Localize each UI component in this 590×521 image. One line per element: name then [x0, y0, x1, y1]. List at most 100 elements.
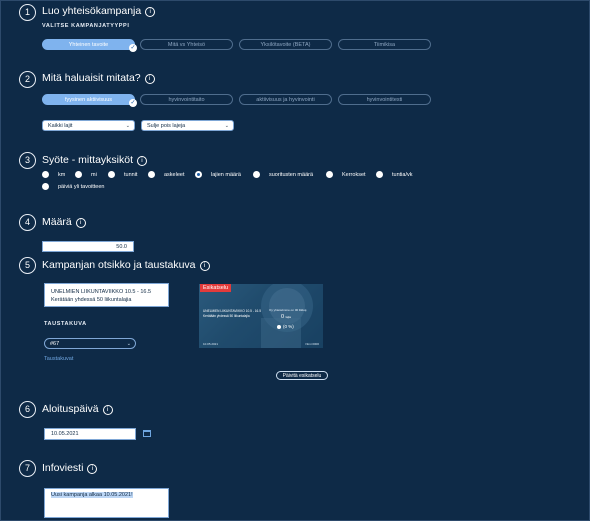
chevron-down-icon: ⌄: [126, 341, 131, 347]
unit-label: Kerrokset: [342, 172, 366, 178]
unit-radio-km[interactable]: km: [42, 171, 65, 179]
radio-dot[interactable]: [42, 171, 49, 179]
campaign-title-line-1: UNELMIEN LIIKUNTAVIIKKO 10.5 - 16.5: [51, 289, 152, 295]
exclude-sports-select[interactable]: Sulje pois lajeja ⌄: [141, 120, 234, 131]
unit-radio-kerrokset[interactable]: Kerrokset: [326, 171, 366, 179]
unit-label: mi: [91, 172, 97, 178]
info-icon[interactable]: i: [199, 261, 210, 271]
unit-radio-mi[interactable]: mi: [75, 171, 97, 179]
radio-dot[interactable]: [75, 171, 82, 179]
radio-dot[interactable]: [148, 171, 155, 179]
amount-input[interactable]: 50.0: [42, 241, 134, 252]
measure-pill-label: fyysinen aktiivisuus: [64, 97, 113, 103]
checkmark-icon: ✓: [129, 99, 137, 107]
preview-date: 10.05.2021: [203, 342, 219, 346]
background-select[interactable]: #67 ⌄: [44, 338, 136, 349]
calendar-icon[interactable]: [143, 430, 151, 437]
preview-percent: (0 %): [283, 324, 294, 329]
preview-badge: Esikatselu: [200, 284, 232, 292]
background-images-link[interactable]: Taustakuvat: [44, 356, 73, 362]
section-1-title: Luo yhteisökampanja: [42, 5, 142, 17]
measure-pill-label: hyvinvointitaito: [168, 97, 205, 103]
section-2-heading: Mitä haluaisit mitata? i: [42, 72, 155, 84]
unit-radio-paivia-yli-tavoitteen[interactable]: päiviä yli tavoitteen: [42, 183, 104, 191]
step-1-badge: 1: [19, 4, 36, 21]
unit-radio-askeleet[interactable]: askeleet: [148, 171, 185, 179]
step-3-badge: 3: [19, 152, 36, 169]
unit-radio-tuntia-vk[interactable]: tuntia/vk: [376, 171, 412, 179]
info-icon[interactable]: i: [87, 464, 98, 474]
radio-dot[interactable]: [42, 183, 49, 191]
unit-label: askeleet: [164, 172, 185, 178]
info-message-textarea[interactable]: Uusi kampanja alkaa 10.05.2021!: [44, 488, 169, 518]
unit-radio-suoritusten-maara[interactable]: suoritusten määrä: [253, 171, 313, 179]
unit-label: tunnit: [124, 172, 138, 178]
section-3-title: Syöte - mittayksiköt: [42, 154, 134, 166]
type-pill-yksilotavoite[interactable]: Yksilötavoite (BETA): [239, 39, 332, 50]
campaign-title-field[interactable]: UNELMIEN LIIKUNTAVIIKKO 10.5 - 16.5 Kerä…: [44, 283, 169, 307]
step-2-badge: 2: [19, 71, 36, 88]
measure-pill-hyvinvointitaito[interactable]: hyvinvointitaito: [140, 94, 233, 105]
exclude-sports-select-value: Sulje pois lajeja: [147, 123, 186, 129]
section-6-heading: Aloituspäivä i: [42, 403, 113, 415]
info-message-value: Uusi kampanja alkaa 10.05.2021!: [51, 492, 133, 498]
section-4-title: Määrä: [42, 216, 72, 228]
preview-title-line-1: UNELMIEN LIIKUNTAVIIKKO 10.5 - 16.5: [203, 309, 261, 313]
step-4-badge: 4: [19, 214, 36, 231]
radio-dot[interactable]: [253, 171, 260, 179]
info-icon[interactable]: i: [75, 218, 86, 228]
info-icon[interactable]: i: [144, 74, 155, 84]
measure-pill-label: aktiivisuus ja hyvinvointi: [256, 97, 315, 103]
section-5-title: Kampanjan otsikko ja taustakuva: [42, 259, 196, 271]
info-icon[interactable]: i: [137, 156, 148, 166]
unit-radio-tunnit[interactable]: tunnit: [108, 171, 137, 179]
amount-value: 50.0: [116, 244, 127, 250]
unit-label: km: [58, 172, 66, 178]
preview-stat-value: 0: [281, 314, 285, 320]
background-select-value: #67: [50, 341, 60, 347]
type-pill-label: Tiimikisa: [373, 42, 396, 48]
type-pill-label: Yksilötavoite (BETA): [260, 42, 311, 48]
sports-select-value: Kaikki lajit: [48, 123, 73, 129]
preview-progress-dot: [277, 325, 281, 329]
checkmark-icon: ✓: [129, 44, 137, 52]
preview-title-line-2: Kerätään yhdessä 50 liikuntalajia: [203, 313, 250, 318]
measure-pill-hyvinvointitesti[interactable]: hyvinvointitesti: [338, 94, 431, 105]
preview-corner-text: Nimi 0000: [305, 342, 319, 346]
step-5-badge: 5: [19, 257, 36, 274]
start-date-value: 10.05.2021: [51, 431, 79, 437]
type-pill-tiimikisa[interactable]: Tiimikisa: [338, 39, 431, 50]
start-date-input[interactable]: 10.05.2021: [44, 428, 136, 440]
section-7-title: Infoviesti: [42, 462, 84, 474]
preview-stat-label: Oy yhteisömme on 00 liikkuj.: [269, 308, 308, 312]
section-5-heading: Kampanjan otsikko ja taustakuva i: [42, 259, 210, 271]
type-pill-yhteinen-tavoite[interactable]: Yhteinen tavoite ✓: [42, 39, 137, 52]
radio-dot-selected[interactable]: [195, 171, 202, 179]
preview-title: UNELMIEN LIIKUNTAVIIKKO 10.5 - 16.5 Kerä…: [203, 309, 263, 318]
radio-dot[interactable]: [376, 171, 383, 179]
unit-label: lajien määrä: [211, 172, 241, 178]
radio-dot[interactable]: [108, 171, 115, 179]
section-1-heading: Luo yhteisökampanja i: [42, 5, 156, 17]
type-pill-label: Yhteinen tavoite: [68, 42, 109, 48]
preview-stat: 0 lajia: [281, 314, 291, 320]
radio-dot[interactable]: [326, 171, 333, 179]
update-preview-button[interactable]: Päivitä esikatselu: [276, 371, 328, 380]
unit-label: tuntia/vk: [392, 172, 413, 178]
sports-select[interactable]: Kaikki lajit ⌄: [42, 120, 135, 131]
measure-pill-aktiivisuus-ja-hyvinvointi[interactable]: aktiivisuus ja hyvinvointi: [239, 94, 332, 105]
info-icon[interactable]: i: [102, 405, 113, 415]
section-4-heading: Määrä i: [42, 216, 86, 228]
campaign-type-label: VALITSE KAMPANJATYYPPI: [42, 23, 130, 29]
info-icon[interactable]: i: [145, 7, 156, 17]
unit-radio-lajien-maara[interactable]: lajien määrä: [195, 171, 241, 179]
section-3-heading: Syöte - mittayksiköt i: [42, 154, 148, 166]
measure-pill-fyysinen-aktiivisuus[interactable]: fyysinen aktiivisuus ✓: [42, 94, 137, 107]
section-2-title: Mitä haluaisit mitata?: [42, 72, 141, 84]
background-label: TAUSTAKUVA: [44, 321, 87, 327]
section-7-heading: Infoviesti i: [42, 462, 98, 474]
section-6-title: Aloituspäivä: [42, 403, 99, 415]
type-pill-label: Mitä vs Yhteisö: [167, 42, 206, 48]
measure-pill-label: hyvinvointitesti: [366, 97, 403, 103]
type-pill-mita-vs-yhteiso[interactable]: Mitä vs Yhteisö: [140, 39, 233, 50]
